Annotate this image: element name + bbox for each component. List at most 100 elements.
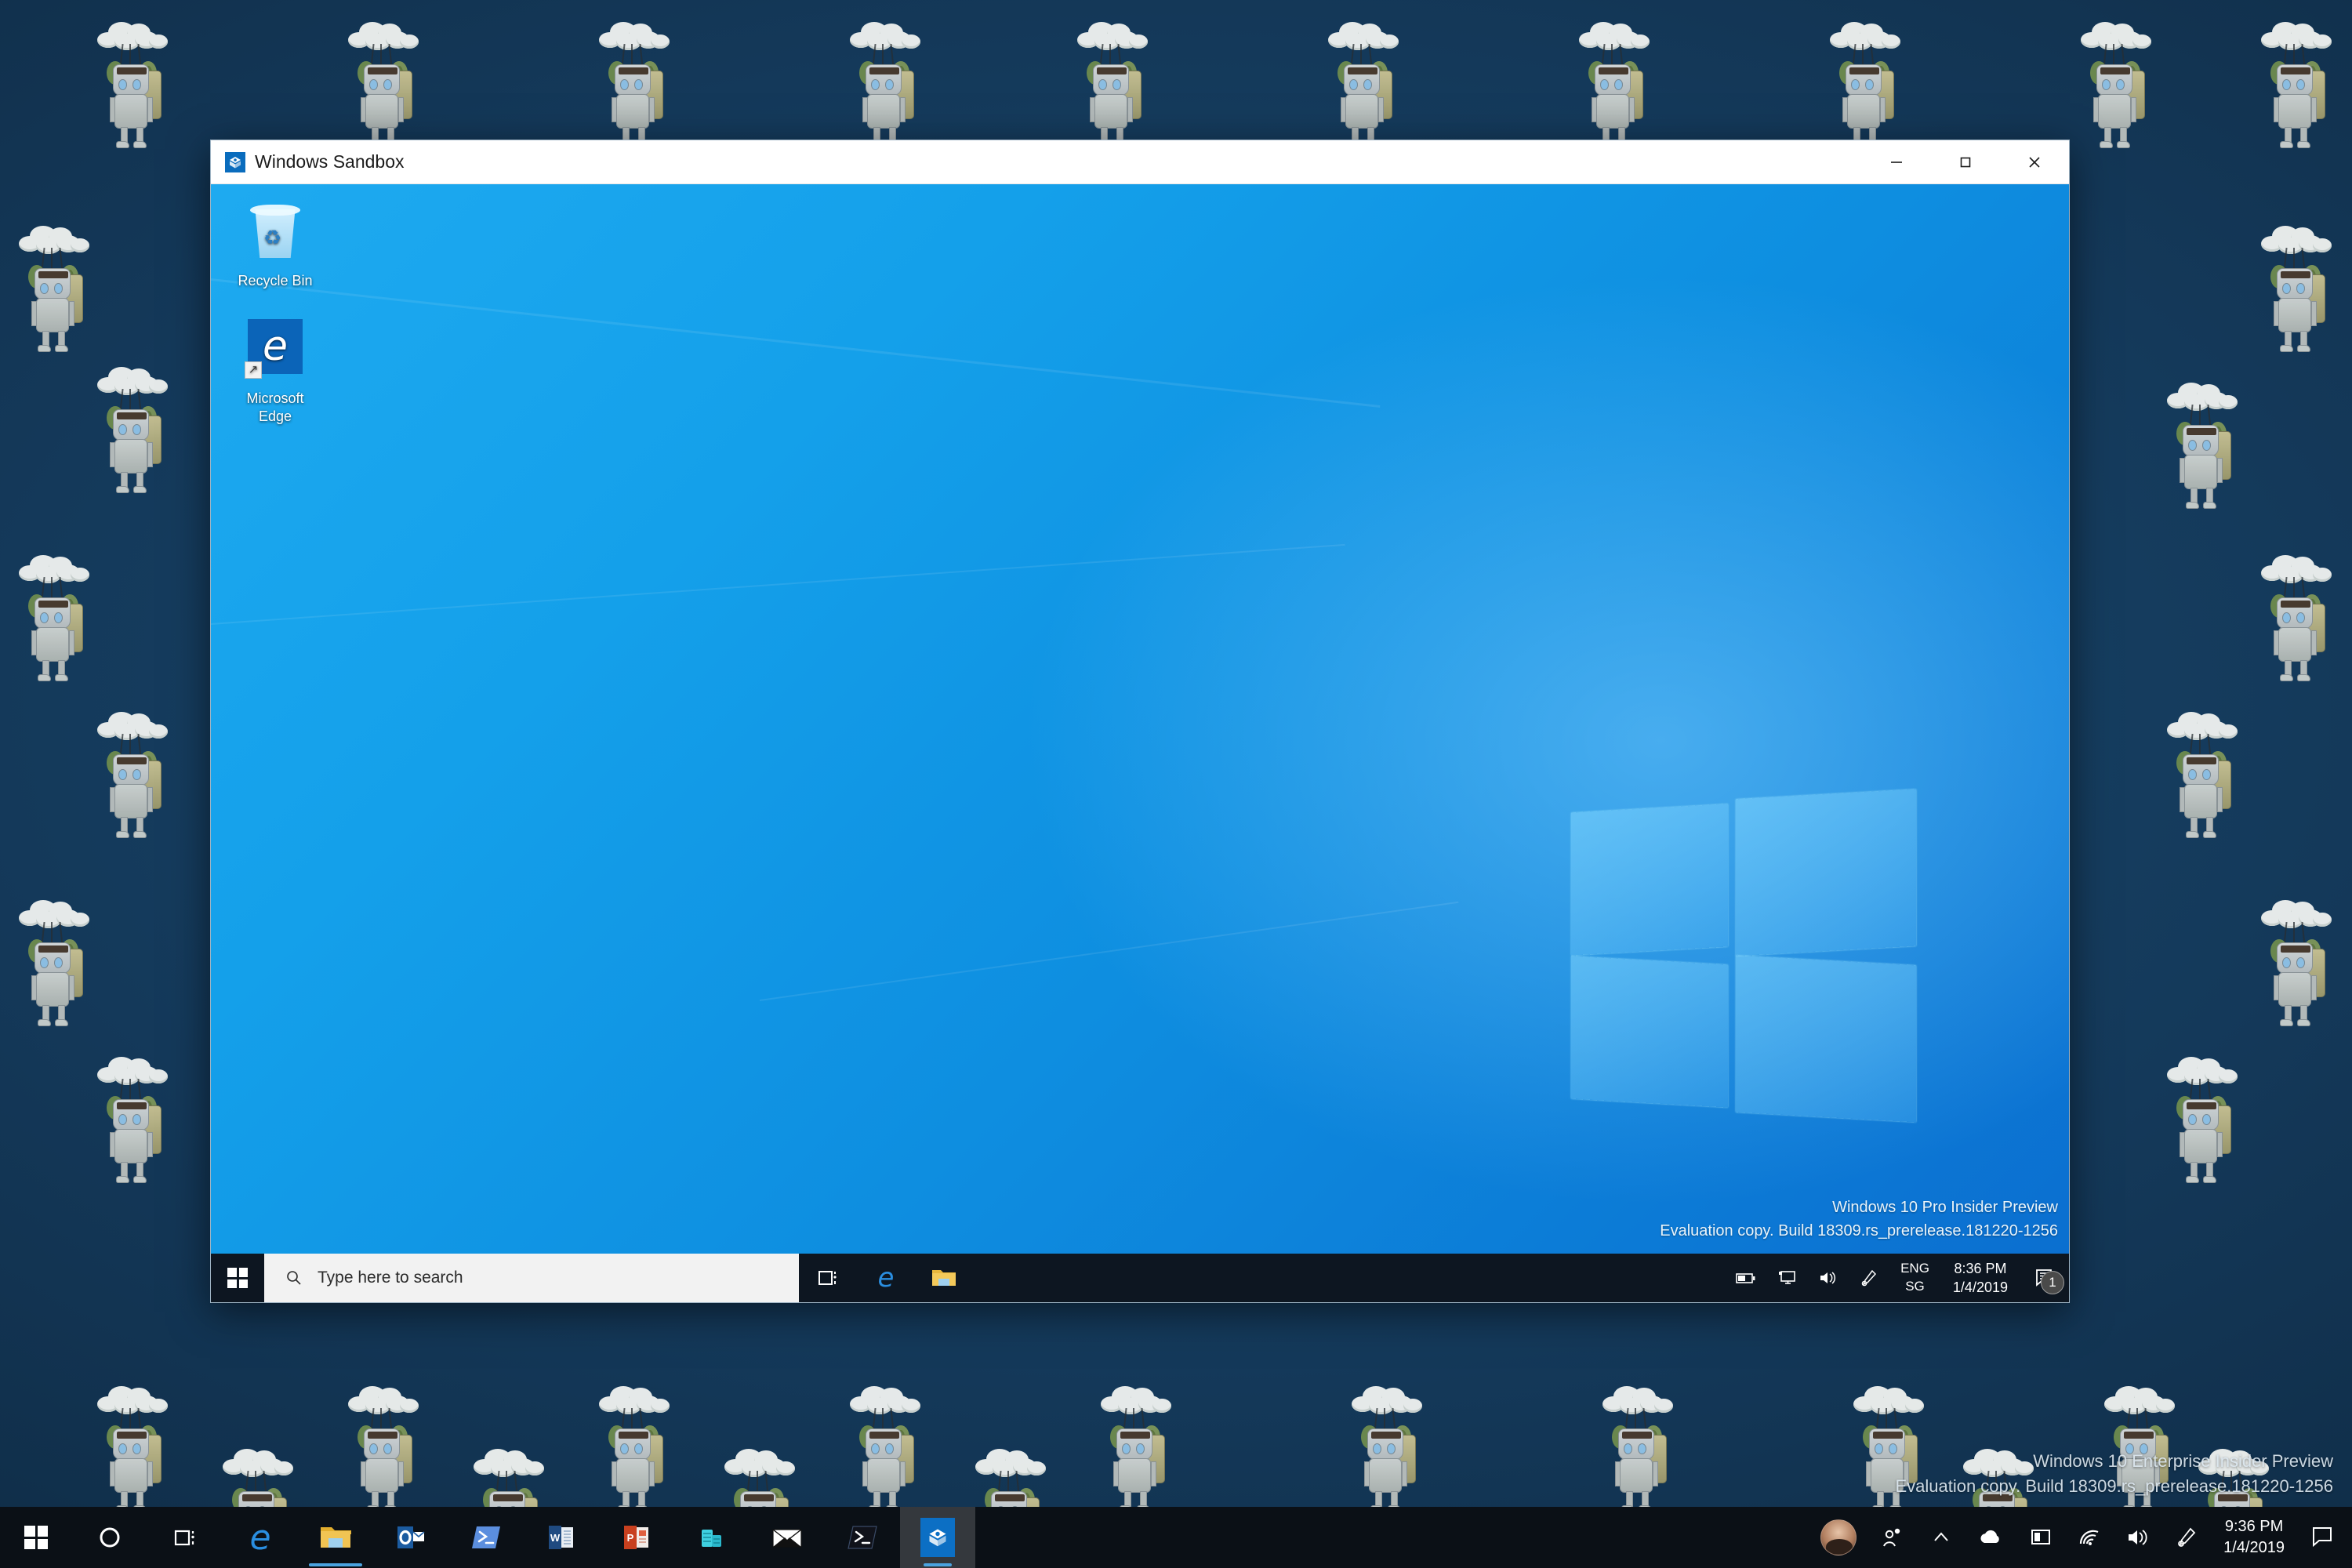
search-icon [287, 1271, 301, 1285]
battery-icon[interactable] [1725, 1254, 1767, 1302]
people-icon[interactable] [1867, 1507, 1918, 1568]
wallpaper-robot [1325, 16, 1400, 149]
maximize-button[interactable] [1931, 140, 2000, 184]
network-icon[interactable] [2065, 1507, 2114, 1568]
avatar[interactable] [1820, 1519, 1857, 1555]
svg-text:P: P [627, 1532, 634, 1544]
envelope-icon [772, 1529, 802, 1548]
sandbox-taskbar[interactable]: Type here to search e ENG SG 8:36 PM 1/4… [211, 1254, 2069, 1302]
wallpaper-robot [94, 706, 169, 839]
sandbox-system-tray[interactable]: ENG SG 8:36 PM 1/4/2019 1 [1725, 1254, 2069, 1302]
onedrive-icon[interactable] [1965, 1507, 2016, 1568]
host-taskbar-item-powerpoint[interactable]: P [599, 1507, 674, 1568]
wallpaper-robot [2164, 706, 2239, 839]
wallpaper-robot [847, 1380, 922, 1513]
wallpaper-robot [94, 1380, 169, 1513]
wallpaper-robot [94, 361, 169, 494]
task-view-icon [818, 1271, 837, 1285]
pen-icon[interactable] [2162, 1507, 2211, 1568]
edge-icon: e [877, 1262, 895, 1294]
wallpaper-robot [2258, 16, 2333, 149]
desktop-icon-label: Microsoft Edge [246, 390, 304, 424]
sandbox-clock-time: 8:36 PM [1954, 1260, 2007, 1276]
host-action-center-button[interactable] [2297, 1507, 2347, 1568]
wallpaper-robot [2258, 894, 2333, 1027]
sandbox-taskbar-item-file-explorer[interactable] [915, 1254, 973, 1302]
desktop-icon-microsoft-edge[interactable]: e ↗ Microsoft Edge [228, 316, 322, 425]
sandbox-start-button[interactable] [211, 1254, 264, 1302]
window-title: Windows Sandbox [255, 151, 405, 172]
windows-logo-icon [227, 1268, 248, 1288]
svg-text:W: W [550, 1532, 561, 1544]
cortana-icon [100, 1527, 120, 1548]
pen-icon[interactable] [1849, 1254, 1889, 1302]
wallpaper-robot [1074, 16, 1149, 149]
host-taskbar-item-powershell[interactable] [825, 1507, 900, 1568]
window-titlebar[interactable]: Windows Sandbox [211, 140, 2069, 184]
host-taskbar-item-task-view[interactable] [147, 1507, 223, 1568]
action-center-icon [2313, 1527, 2332, 1548]
display-icon[interactable] [1767, 1254, 1808, 1302]
wallpaper-light-streak [211, 543, 1345, 625]
sandbox-taskbar-item-task-view[interactable] [799, 1254, 857, 1302]
wallpaper-robot [1098, 1380, 1173, 1513]
sandbox-taskbar-item-edge[interactable]: e [857, 1254, 915, 1302]
wallpaper-robot [94, 1051, 169, 1184]
wallpaper-robot [1599, 1380, 1675, 1513]
host-taskbar-item-powershell-ise[interactable] [448, 1507, 524, 1568]
language-indicator[interactable]: ENG SG [1889, 1254, 1940, 1302]
host-taskbar-item-edge[interactable]: e [223, 1507, 298, 1568]
display-icon[interactable] [2016, 1507, 2065, 1568]
host-desktop[interactable]: Windows 10 Enterprise Insider Preview Ev… [0, 0, 2352, 1568]
wallpaper-robot [94, 16, 169, 149]
wallpaper-robot [1576, 16, 1651, 149]
sandbox-search-input[interactable]: Type here to search [264, 1254, 799, 1302]
task-view-icon [174, 1530, 194, 1546]
sandbox-activation-watermark: Windows 10 Pro Insider Preview Evaluatio… [1660, 1196, 2058, 1243]
wallpaper-robot [2164, 376, 2239, 510]
sandbox-search-placeholder: Type here to search [318, 1269, 463, 1287]
sandbox-clock-date: 1/4/2019 [1952, 1279, 2008, 1295]
close-button[interactable] [2000, 140, 2069, 184]
host-system-tray[interactable]: 9:36 PM 1/4/2019 [1813, 1507, 2352, 1568]
notification-count-badge: 1 [2041, 1271, 2064, 1294]
database-icon [702, 1530, 721, 1547]
wallpaper-robot [1827, 16, 1902, 149]
volume-icon[interactable] [1808, 1254, 1849, 1302]
minimize-button[interactable] [1862, 140, 1931, 184]
sandbox-action-center-button[interactable]: 1 [2020, 1254, 2069, 1302]
edge-icon: e [249, 1517, 271, 1558]
desktop-icon-recycle-bin[interactable]: ♻ Recycle Bin [228, 198, 322, 290]
host-clock[interactable]: 9:36 PM 1/4/2019 [2211, 1507, 2297, 1568]
edge-icon: e ↗ [241, 316, 309, 383]
folder-icon [932, 1270, 956, 1286]
windows-logo-icon [24, 1526, 48, 1549]
show-hidden-icons-button[interactable] [1918, 1507, 1965, 1568]
wallpaper-robot [345, 1380, 420, 1513]
chevron-up-icon [1934, 1532, 1948, 1541]
host-taskbar[interactable]: e W P 9:36 PM 1/4/2019 [0, 1507, 2352, 1568]
host-clock-time: 9:36 PM [2224, 1518, 2284, 1535]
sandbox-desktop[interactable]: ♻ Recycle Bin e ↗ Microsoft Edge Windows… [211, 184, 2069, 1254]
host-taskbar-item-sql-server[interactable] [674, 1507, 750, 1568]
wallpaper-robot [1348, 1380, 1424, 1513]
volume-icon[interactable] [2114, 1507, 2162, 1568]
host-taskbar-item-mail[interactable] [750, 1507, 825, 1568]
host-taskbar-item-file-explorer[interactable] [298, 1507, 373, 1568]
language-line2: SG [1905, 1279, 1925, 1294]
sandbox-icon [920, 1518, 955, 1557]
host-taskbar-item-windows-sandbox[interactable] [900, 1507, 975, 1568]
host-taskbar-item-cortana[interactable] [72, 1507, 147, 1568]
folder-icon [321, 1527, 351, 1548]
windows-sandbox-window[interactable]: Windows Sandbox ♻ Recycle Bin e ↗ Micros… [210, 140, 2070, 1303]
windows-hero-logo [1571, 786, 1916, 1131]
wallpaper-light-streak [759, 901, 1459, 1001]
wallpaper-robot [16, 549, 91, 682]
host-taskbar-item-word[interactable]: W [524, 1507, 599, 1568]
powershell-icon [848, 1526, 877, 1549]
host-start-button[interactable] [0, 1507, 72, 1568]
wallpaper-robot [2078, 16, 2153, 149]
sandbox-clock[interactable]: 8:36 PM 1/4/2019 [1940, 1254, 2020, 1302]
powerpoint-icon: P [624, 1526, 648, 1549]
host-taskbar-item-outlook[interactable] [373, 1507, 448, 1568]
